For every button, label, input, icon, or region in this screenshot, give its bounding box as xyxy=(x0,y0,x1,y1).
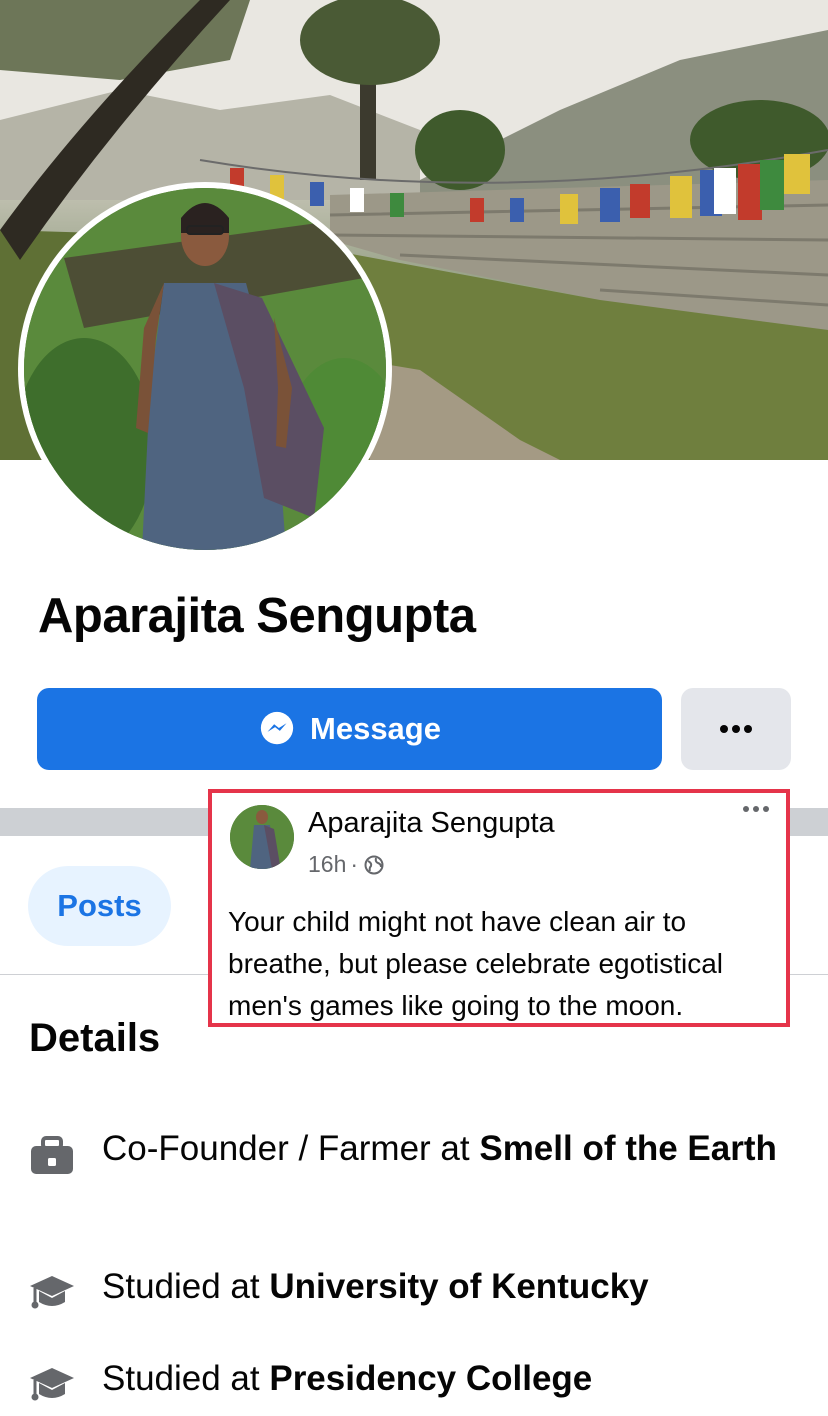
details-heading: Details xyxy=(29,1016,161,1060)
post-more-options-icon[interactable] xyxy=(742,805,770,813)
detail-work-place[interactable]: Smell of the Earth xyxy=(479,1129,777,1168)
detail-item-education-1: Studied at University of Kentucky xyxy=(28,1264,782,1316)
message-button[interactable]: Message xyxy=(37,688,662,770)
briefcase-icon xyxy=(31,1136,73,1174)
profile-name: Aparajita Sengupta xyxy=(38,589,476,643)
post-text: Your child might not have clean air to b… xyxy=(228,906,723,1021)
post-author-name[interactable]: Aparajita Sengupta xyxy=(308,807,555,840)
post-author-avatar[interactable] xyxy=(230,805,294,869)
post-meta-separator: · xyxy=(350,851,359,877)
graduation-cap-icon xyxy=(30,1276,74,1309)
more-options-button[interactable] xyxy=(681,688,791,770)
post-meta: 16h · xyxy=(308,851,384,878)
detail-work-prefix: Co-Founder / Farmer at xyxy=(102,1129,480,1168)
detail-edu2-prefix: Studied at xyxy=(102,1359,270,1398)
tab-posts-label: Posts xyxy=(57,888,142,923)
highlighted-post-card: Aparajita Sengupta 16h · Your child migh… xyxy=(208,789,790,1027)
detail-item-education-2: Studied at Presidency College xyxy=(28,1356,782,1408)
messenger-icon xyxy=(260,711,294,745)
detail-edu2-school[interactable]: Presidency College xyxy=(269,1359,592,1398)
graduation-cap-icon xyxy=(30,1368,74,1401)
detail-edu1-prefix: Studied at xyxy=(102,1267,270,1306)
detail-edu1-school[interactable]: University of Kentucky xyxy=(269,1267,648,1306)
tab-posts[interactable]: Posts xyxy=(28,866,171,946)
detail-item-work: Co-Founder / Farmer at Smell of the Eart… xyxy=(28,1126,782,1178)
post-timestamp[interactable]: 16h xyxy=(308,851,346,878)
more-dots-icon xyxy=(720,725,752,733)
message-button-label: Message xyxy=(310,711,441,746)
profile-picture[interactable] xyxy=(24,188,386,550)
globe-icon xyxy=(364,855,384,874)
